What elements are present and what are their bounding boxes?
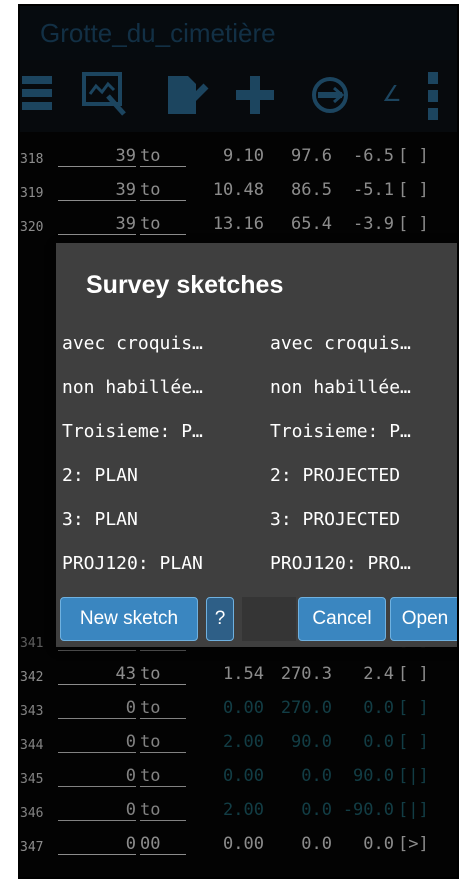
app-window: Grotte_du_cimetière ∠ 318 39 to 9.10 97.… bbox=[18, 4, 459, 879]
open-button[interactable]: Open bbox=[390, 597, 457, 641]
help-button[interactable]: ? bbox=[206, 597, 234, 641]
sketch-row: non habillée… non habillée… bbox=[56, 367, 457, 411]
dialog-button-bar: New sketch ? Cancel Open bbox=[56, 591, 457, 641]
sketch-projected-item[interactable]: 3: PROJECTED bbox=[270, 509, 457, 530]
sketch-plan-item[interactable]: PROJ120: PLAN bbox=[62, 553, 252, 574]
sketch-projected-item[interactable]: 2: PROJECTED bbox=[270, 465, 457, 486]
new-sketch-button[interactable]: New sketch bbox=[60, 597, 198, 641]
sketch-projected-item[interactable]: PROJ120: PRO… bbox=[270, 553, 457, 574]
survey-sketches-dialog: Survey sketches avec croquis… avec croqu… bbox=[56, 243, 457, 647]
sketch-row: 3: PLAN 3: PROJECTED bbox=[56, 499, 457, 543]
sketch-plan-item[interactable]: avec croquis… bbox=[62, 333, 252, 354]
sketch-projected-item[interactable]: avec croquis… bbox=[270, 333, 457, 354]
sketch-projected-item[interactable]: non habillée… bbox=[270, 377, 457, 398]
sketch-plan-item[interactable]: non habillée… bbox=[62, 377, 252, 398]
sketch-plan-item[interactable]: Troisieme: P… bbox=[62, 421, 252, 442]
sketch-projected-item[interactable]: Troisieme: P… bbox=[270, 421, 457, 442]
sketch-row: PROJ120: PLAN PROJ120: PRO… bbox=[56, 543, 457, 587]
sketch-row: avec croquis… avec croquis… bbox=[56, 323, 457, 367]
sketch-plan-item[interactable]: 3: PLAN bbox=[62, 509, 252, 530]
sketch-row: Troisieme: P… Troisieme: P… bbox=[56, 411, 457, 455]
sketch-plan-item[interactable]: 2: PLAN bbox=[62, 465, 252, 486]
cancel-button[interactable]: Cancel bbox=[298, 597, 386, 641]
button-spacer bbox=[242, 597, 296, 641]
dialog-title: Survey sketches bbox=[86, 271, 284, 299]
sketch-row: 2: PLAN 2: PROJECTED bbox=[56, 455, 457, 499]
